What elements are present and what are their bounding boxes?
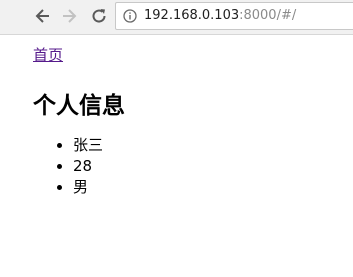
address-bar[interactable]: 192.168.0.103:8000/#/ [115,2,353,30]
list-item-age: 28 [73,156,103,177]
reload-button[interactable] [88,5,110,27]
info-icon[interactable] [123,9,137,23]
forward-button[interactable] [58,5,80,27]
home-link[interactable]: 首页 [33,44,63,65]
reload-icon [92,9,106,23]
url-path: :8000/#/ [239,8,297,23]
url-host: 192.168.0.103 [144,8,240,23]
list-item-gender: 男 [73,177,103,198]
back-button[interactable] [32,5,54,27]
page-title: 个人信息 [33,93,125,119]
personal-info-list: 张三 28 男 [33,135,103,198]
browser-toolbar: 192.168.0.103:8000/#/ [0,0,353,35]
list-item-name: 张三 [73,135,103,156]
url-text[interactable]: 192.168.0.103:8000/#/ [144,8,296,24]
arrow-right-icon [63,9,77,23]
arrow-left-icon [35,9,49,23]
